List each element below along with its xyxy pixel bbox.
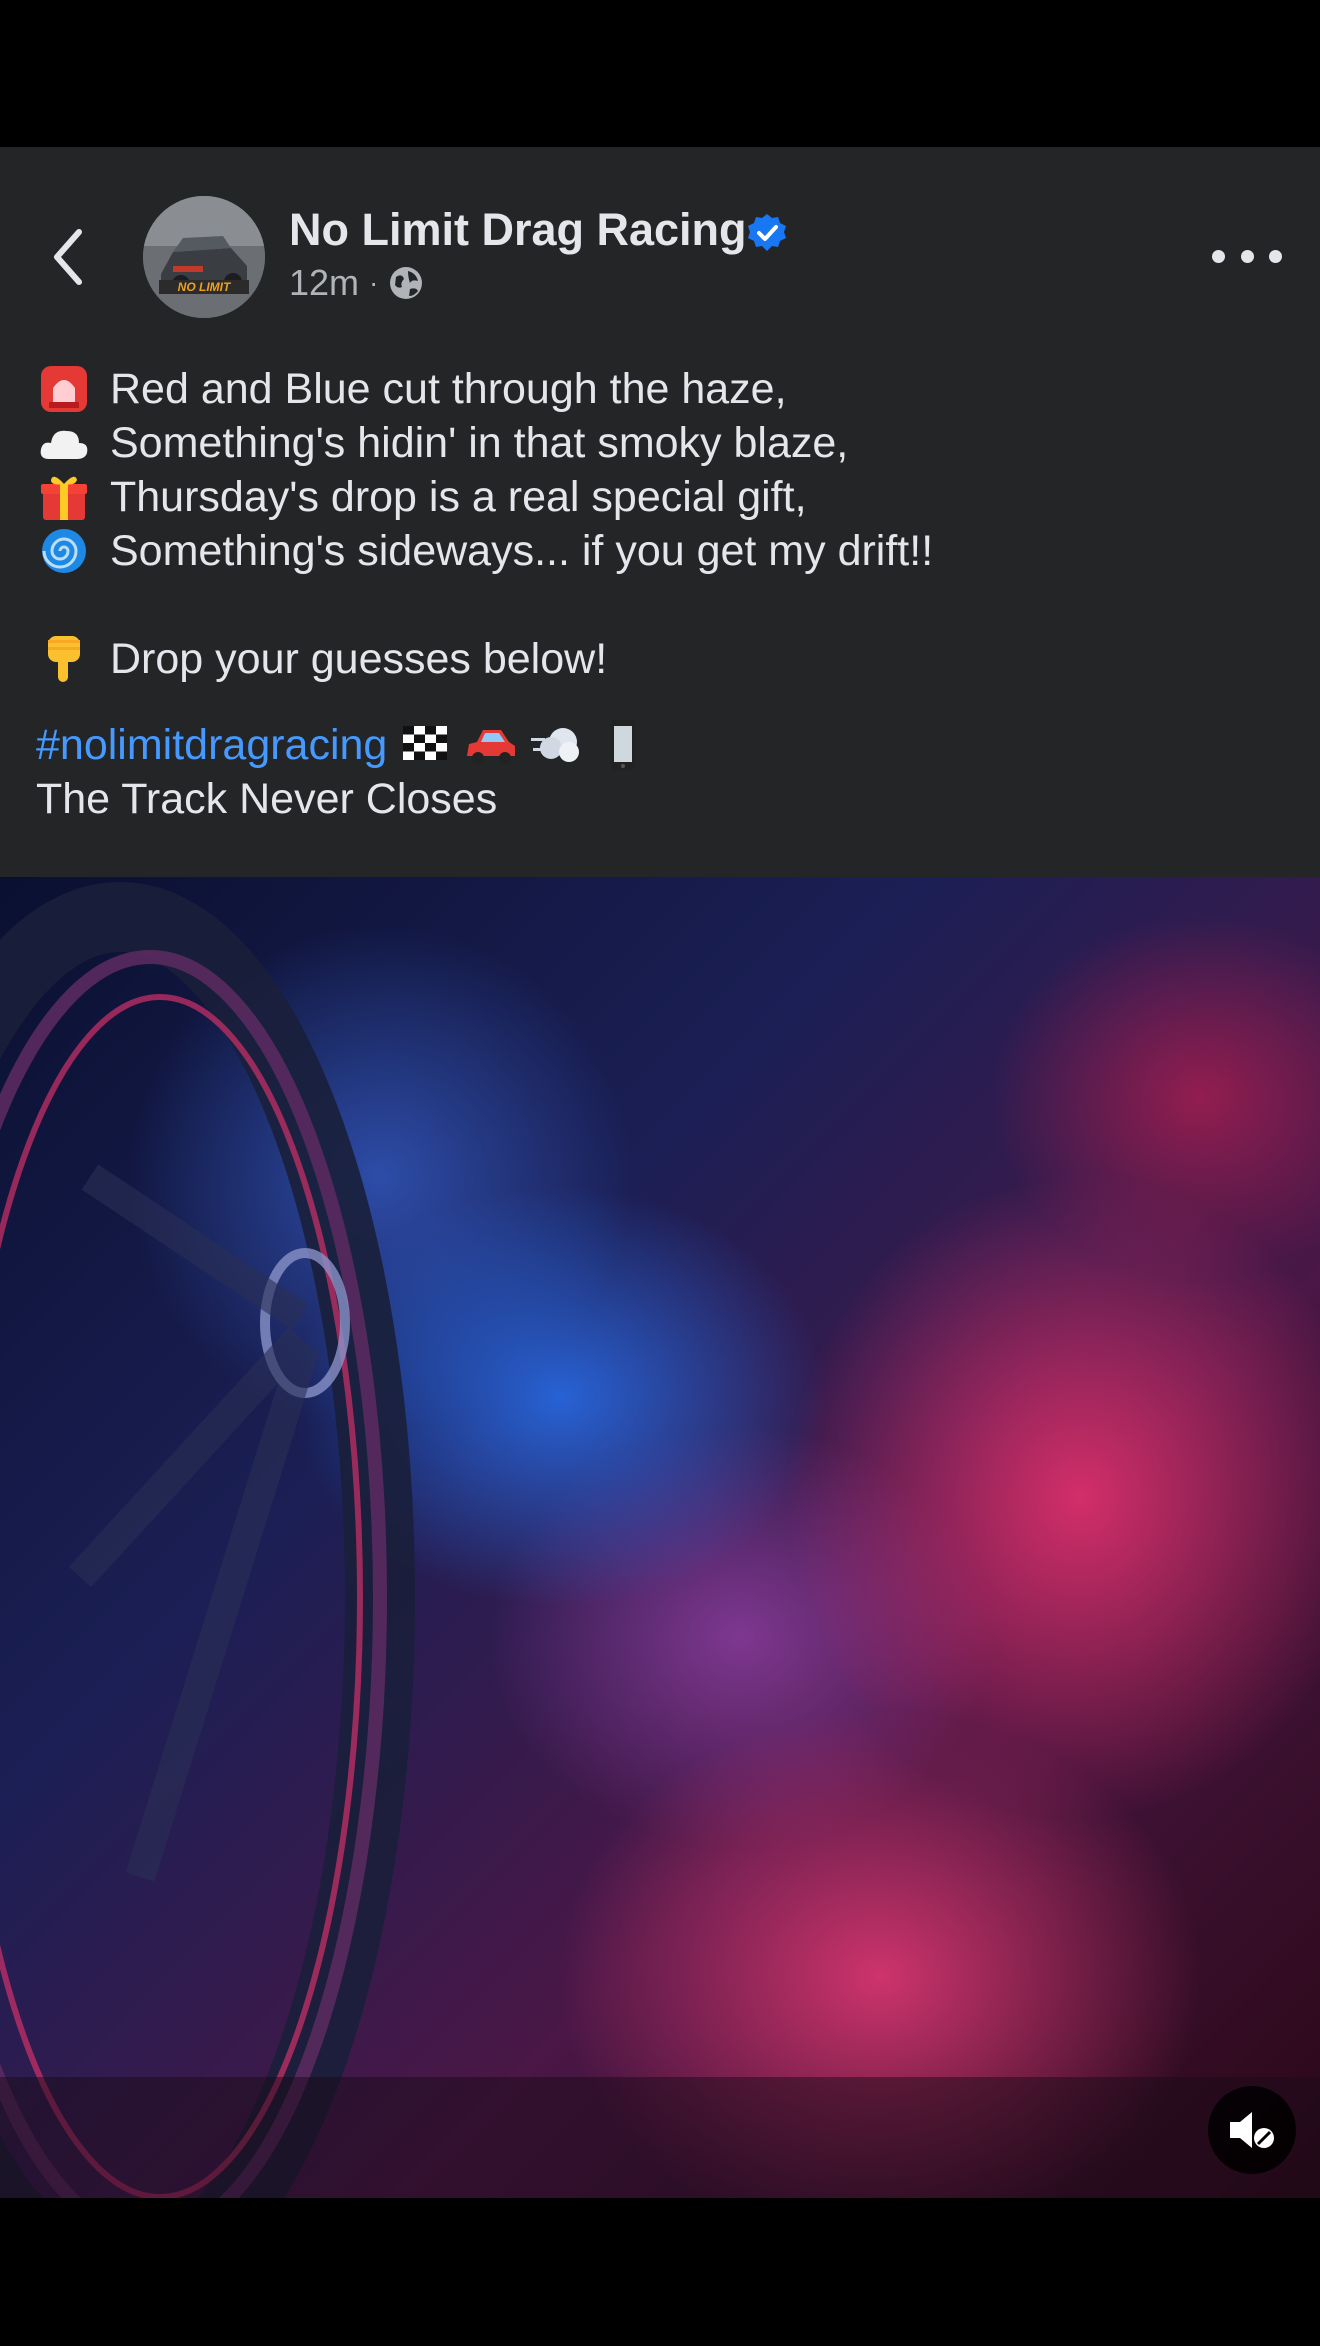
mute-button[interactable]	[1208, 2086, 1296, 2174]
phone-icon	[611, 720, 636, 770]
caption-line: Something's hidin' in that smoky blaze,	[36, 416, 1286, 470]
more-options-icon	[1269, 249, 1282, 263]
checkered-flag-icon	[403, 726, 448, 760]
red-car-icon	[467, 730, 516, 764]
post-time[interactable]: 12m	[289, 262, 359, 304]
globe-icon	[390, 267, 423, 299]
chevron-left-icon	[54, 229, 82, 285]
rotating-light-icon	[36, 362, 92, 416]
caption-text: Thursday's drop is a real special gift,	[110, 473, 807, 521]
post-meta: 12m ·	[289, 262, 424, 304]
more-options-icon	[1212, 249, 1225, 263]
hashtag-link[interactable]: #nolimitdragracing	[36, 718, 387, 772]
status-bar-area	[0, 0, 1320, 147]
post-video[interactable]	[0, 877, 1320, 2198]
tagline: The Track Never Closes	[36, 775, 498, 823]
wheel-smoke-image	[0, 882, 1320, 2198]
hashtag-line: #nolimitdragracing	[36, 718, 1286, 772]
pointing-down-icon	[36, 632, 92, 686]
more-options-icon	[1240, 249, 1254, 263]
caption-line: Red and Blue cut through the haze,	[36, 362, 1286, 416]
caption-line: Something's sideways... if you get my dr…	[36, 524, 1286, 578]
back-button[interactable]	[40, 222, 96, 292]
cta-text: Drop your guesses below!	[110, 635, 608, 683]
cyclone-icon	[36, 524, 92, 578]
page-name-link[interactable]: No Limit Drag Racing	[289, 204, 747, 256]
cloud-icon	[36, 416, 92, 470]
avatar-logo-text: NO LIMIT	[178, 280, 232, 294]
caption-line: Drop your guesses below!	[36, 632, 1286, 686]
post-caption: Red and Blue cut through the haze, Somet…	[36, 362, 1286, 826]
caption-text: Something's sideways... if you get my dr…	[110, 527, 934, 575]
dash-icon	[531, 728, 580, 762]
caption-text: Something's hidin' in that smoky blaze,	[110, 419, 849, 467]
verified-badge-icon	[748, 214, 786, 251]
avatar-image: NO LIMIT	[143, 196, 265, 318]
more-options-button[interactable]	[1212, 228, 1282, 284]
muted-speaker-icon	[1230, 2112, 1274, 2148]
meta-separator: ·	[369, 267, 379, 298]
caption-line: Thursday's drop is a real special gift,	[36, 470, 1286, 524]
avatar[interactable]: NO LIMIT	[143, 196, 265, 318]
bottom-area	[0, 2198, 1320, 2346]
gift-icon	[36, 470, 92, 524]
caption-text: Red and Blue cut through the haze,	[110, 365, 787, 413]
